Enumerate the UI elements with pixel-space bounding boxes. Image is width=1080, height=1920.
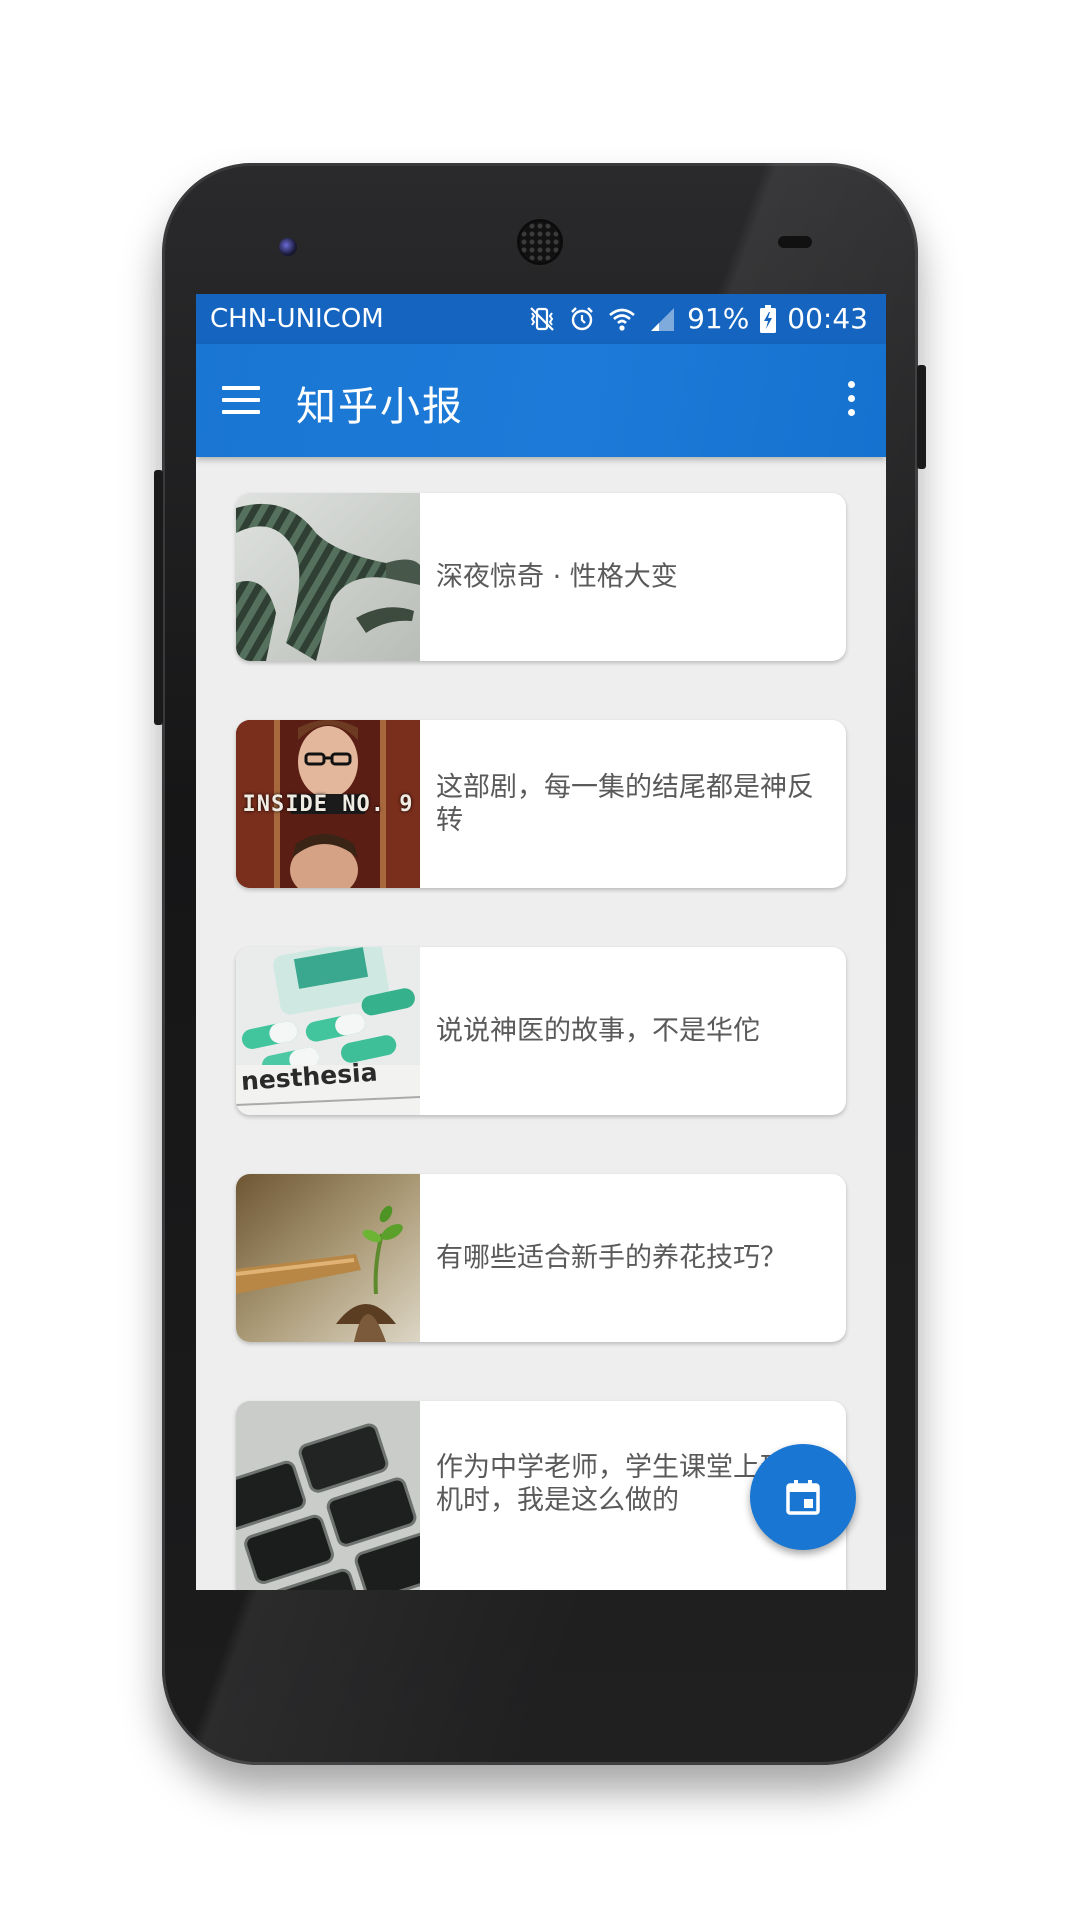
- signal-icon: [647, 304, 677, 334]
- story-thumbnail: [236, 493, 420, 661]
- battery-charging-icon: [759, 304, 777, 334]
- calendar-fab[interactable]: [750, 1444, 856, 1550]
- earpiece-speaker: [520, 222, 560, 262]
- story-thumbnail: [236, 1174, 420, 1342]
- calendar-icon: [786, 1480, 820, 1515]
- story-card[interactable]: nesthesia 说说神医的故事，不是华佗: [236, 947, 846, 1115]
- status-bar: CHN-UNICOM 91% 00:43: [196, 294, 886, 344]
- app-title: 知乎小报: [296, 384, 464, 430]
- proximity-sensor: [778, 236, 812, 248]
- more-vert-icon[interactable]: [844, 378, 858, 420]
- story-title: 深夜惊奇 · 性格大变: [436, 561, 678, 593]
- screen: CHN-UNICOM 91% 00:43 知乎小报 深夜惊奇 · 性格大变 IN…: [196, 294, 886, 1590]
- story-thumbnail: [236, 1401, 445, 1590]
- story-title: 这部剧，每一集的结尾都是神反转: [436, 772, 814, 836]
- story-card[interactable]: 深夜惊奇 · 性格大变: [236, 493, 846, 661]
- story-card[interactable]: INSIDE NO. 9 这部剧，每一集的结尾都是神反转: [236, 720, 846, 888]
- battery-percent: 91%: [687, 302, 750, 335]
- story-title: 说说神医的故事，不是华佗: [436, 1015, 760, 1047]
- front-camera: [279, 238, 297, 256]
- story-card[interactable]: 有哪些适合新手的养花技巧？: [236, 1174, 846, 1342]
- wifi-icon: [607, 304, 637, 334]
- power-button: [917, 365, 926, 469]
- clock: 00:43: [787, 302, 868, 335]
- volume-button: [154, 470, 163, 725]
- carrier-name: CHN-UNICOM: [210, 304, 384, 334]
- story-title: 有哪些适合新手的养花技巧？: [436, 1242, 787, 1274]
- status-icons: 91% 00:43: [527, 302, 868, 335]
- app-bar: 知乎小报: [196, 344, 886, 457]
- menu-icon[interactable]: [222, 386, 262, 416]
- vibrate-icon: [527, 304, 557, 334]
- thumbnail-caption: INSIDE NO. 9: [242, 792, 414, 817]
- alarm-icon: [567, 304, 597, 334]
